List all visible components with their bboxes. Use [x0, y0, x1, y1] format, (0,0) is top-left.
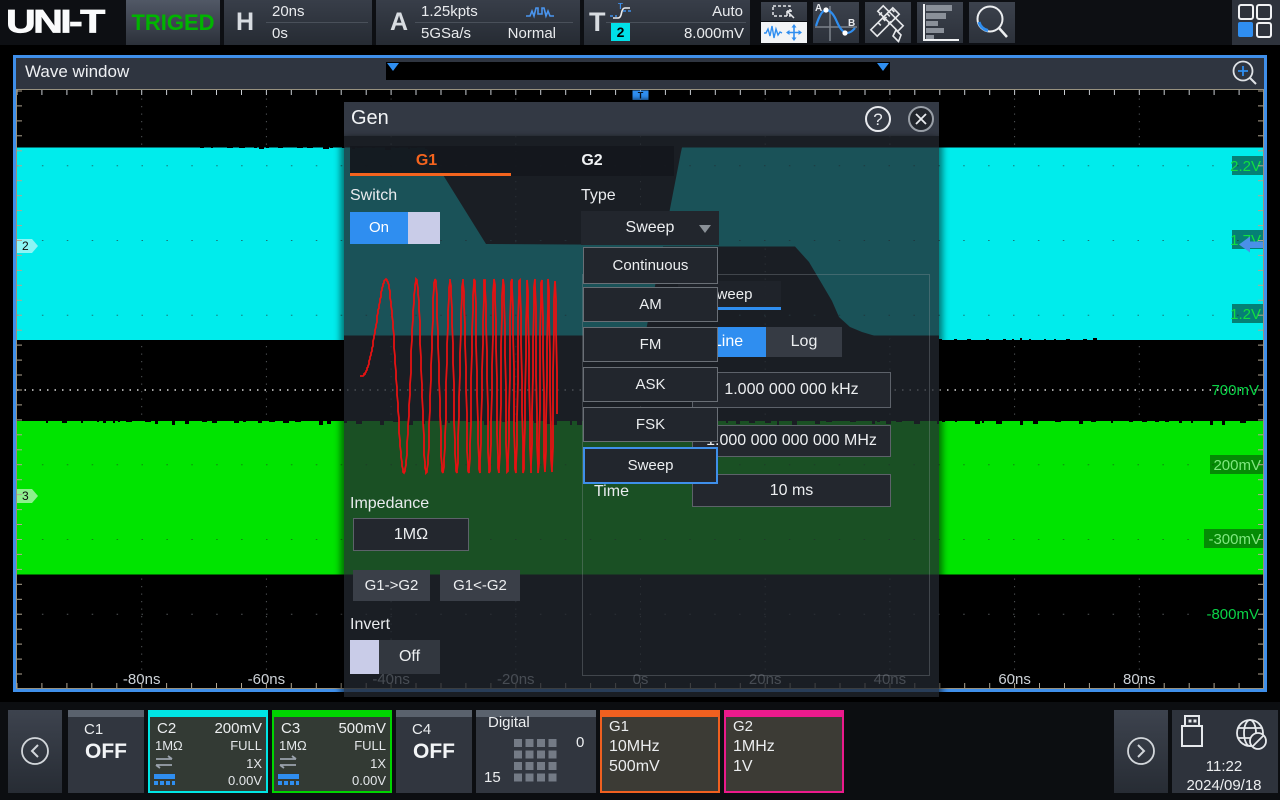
svg-text:11:22: 11:22 — [1206, 758, 1242, 775]
svg-text:2024/09/18: 2024/09/18 — [1186, 777, 1261, 793]
